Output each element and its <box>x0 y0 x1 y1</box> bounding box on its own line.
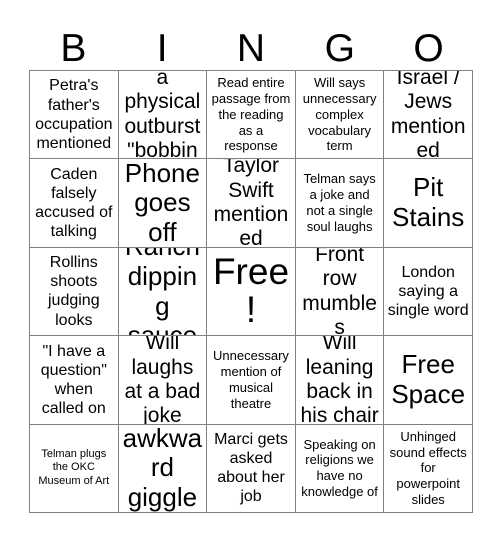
bingo-cell-label: Unnecessary mention of musical theatre <box>213 348 289 411</box>
bingo-cell-label: Taylor Swift mentioned <box>213 159 289 248</box>
bingo-cell[interactable]: Lisa has a physical outburst "bobbing" <box>118 71 208 160</box>
bingo-cell-label: Telman says a joke and not a single soul… <box>303 171 376 234</box>
bingo-cell-label: Unhinged sound effects for powerpoint sl… <box>389 428 467 508</box>
bingo-cell-label: Marci gets asked about her job <box>214 430 288 506</box>
bingo-cell-label: Ranch dipping sauce <box>125 248 200 337</box>
bingo-cell-label: "I have a question" when called on <box>40 342 107 418</box>
bingo-cell-label: Israel / Jews mentioned <box>390 71 466 160</box>
bingo-cell[interactable]: Petra's father's occupation mentioned <box>30 71 119 160</box>
bingo-cell[interactable]: Pit Stains <box>384 159 473 248</box>
bingo-cell-label: Corey awkward giggles <box>122 424 203 513</box>
header-letter-o: O <box>413 27 444 70</box>
bingo-cell-label: Caden falsely accused of talking <box>35 165 113 241</box>
bingo-cell[interactable]: Speaking on religions we have no knowled… <box>295 424 385 513</box>
bingo-cell[interactable]: Rollins shoots judging looks <box>30 247 119 337</box>
header-letter-i: I <box>156 27 168 70</box>
bingo-cell[interactable]: Marci gets asked about her job <box>207 424 296 513</box>
bingo-cell[interactable]: Telman says a joke and not a single soul… <box>295 159 385 248</box>
header-letter-b: B <box>60 27 87 70</box>
bingo-cell-label: Petra's father's occupation mentioned <box>35 77 113 152</box>
bingo-cell[interactable]: Will says unnecessary complex vocabulary… <box>295 71 385 160</box>
bingo-cell-label: Will says unnecessary complex vocabulary… <box>302 75 377 154</box>
bingo-cell-label: Telman plugs the OKC Museum of Art <box>38 447 110 488</box>
bingo-card: B I N G O Petra's father's occupation me… <box>0 0 500 544</box>
bingo-cell[interactable]: Telman plugs the OKC Museum of Art <box>30 424 119 513</box>
bingo-cell-label: Phone goes off <box>124 159 200 247</box>
bingo-cell[interactable]: "I have a question" when called on <box>30 336 119 425</box>
header-letter-n: N <box>236 27 266 70</box>
bingo-cell-label: Front row mumbles <box>302 247 377 337</box>
bingo-cell[interactable]: Read entire passage from the reading as … <box>207 71 296 160</box>
header-letter-g: G <box>324 27 355 70</box>
bingo-cell-label: Rollins shoots judging looks <box>47 254 100 329</box>
bingo-header: B I N G O <box>29 14 473 70</box>
bingo-cell-label: Will leaning back in his chair <box>300 336 379 425</box>
bingo-cell-label: Will laughs at a bad joke <box>124 336 201 425</box>
bingo-cell-label: Lisa has a physical outburst "bobbing" <box>124 71 201 160</box>
bingo-cell[interactable]: Israel / Jews mentioned <box>384 71 473 160</box>
bingo-grid: Petra's father's occupation mentionedLis… <box>29 70 473 513</box>
bingo-cell[interactable]: Front row mumbles <box>295 247 385 337</box>
bingo-cell[interactable]: Phone goes off <box>118 159 208 248</box>
bingo-cell[interactable]: Will laughs at a bad joke <box>118 336 208 425</box>
bingo-cell-label: Read entire passage from the reading as … <box>211 75 291 154</box>
bingo-cell-label: Speaking on religions we have no knowled… <box>301 436 378 500</box>
bingo-cell[interactable]: Unhinged sound effects for powerpoint sl… <box>384 424 473 513</box>
bingo-cell[interactable]: Will leaning back in his chair <box>295 336 385 425</box>
bingo-cell[interactable]: Caden falsely accused of talking <box>30 159 119 248</box>
bingo-cell[interactable]: Ranch dipping sauce <box>118 247 208 337</box>
bingo-cell[interactable]: Unnecessary mention of musical theatre <box>207 336 296 425</box>
bingo-cell[interactable]: Taylor Swift mentioned <box>207 159 296 248</box>
bingo-cell-label: Free Space <box>391 349 466 409</box>
bingo-cell[interactable]: Corey awkward giggles <box>118 424 208 513</box>
bingo-cell-label: London saying a single word <box>387 263 469 320</box>
bingo-cell[interactable]: Free! <box>207 247 296 337</box>
bingo-cell[interactable]: London saying a single word <box>384 247 473 337</box>
bingo-cell-label: Free! <box>212 250 290 331</box>
bingo-cell[interactable]: Free Space <box>384 336 473 425</box>
bingo-cell-label: Pit Stains <box>392 172 465 233</box>
